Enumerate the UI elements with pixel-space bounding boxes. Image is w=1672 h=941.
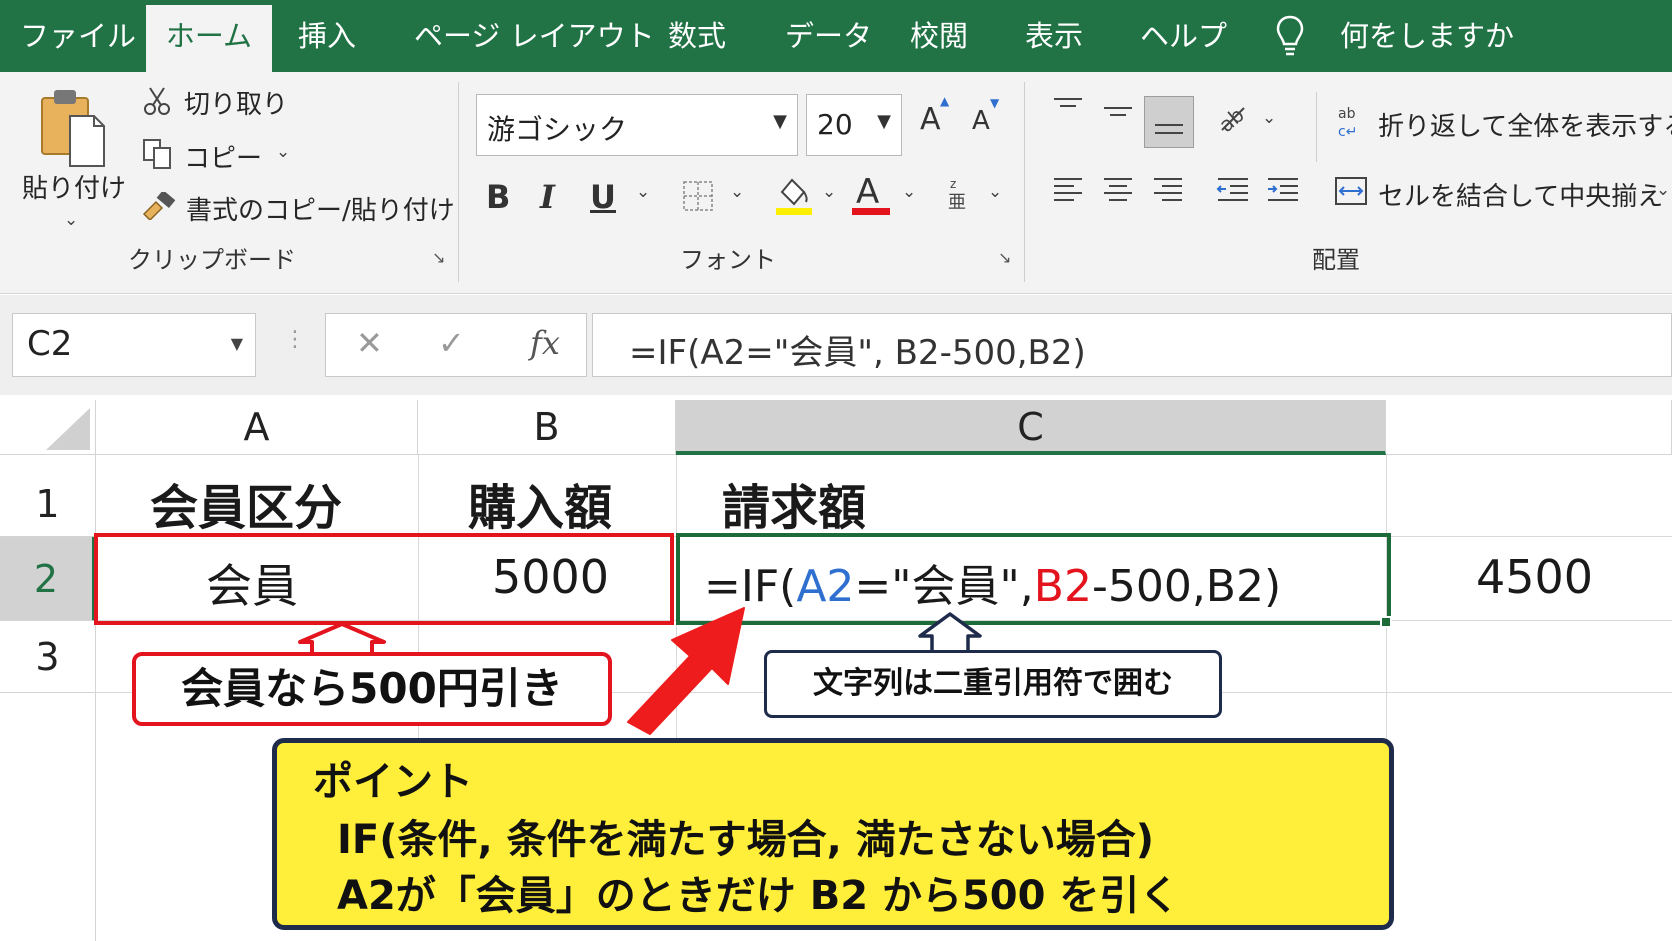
member-discount-callout: 会員なら500円引き [132, 652, 612, 726]
up-arrow-icon [298, 622, 386, 652]
point-line-2: A2が「会員」のときだけ B2 から500 を引く [337, 873, 1180, 919]
point-line-1: IF(条件, 条件を満たす場合, 満たさない場合) [337, 817, 1155, 863]
point-box: ポイント IF(条件, 条件を満たす場合, 満たさない場合) A2が「会員」のと… [272, 738, 1394, 930]
quote-note-callout: 文字列は二重引用符で囲む [764, 650, 1222, 718]
up-arrow-icon [918, 612, 982, 650]
point-title: ポイント [313, 759, 473, 805]
diagonal-arrow-icon [627, 607, 745, 735]
